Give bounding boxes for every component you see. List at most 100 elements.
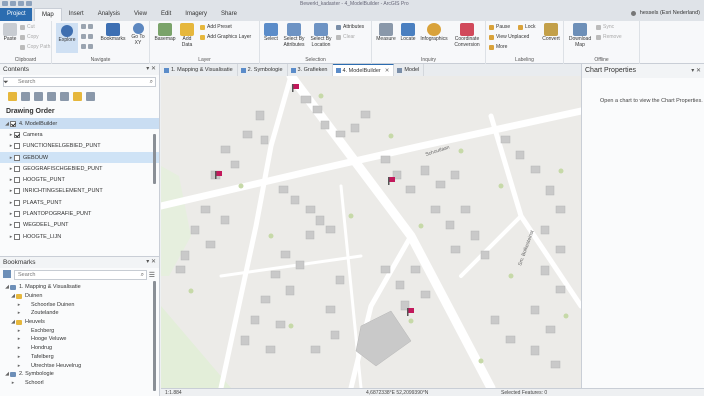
lock-button[interactable]: Lock (518, 24, 536, 30)
search-icon[interactable]: ⌕ (141, 271, 144, 280)
tab-analysis[interactable]: Analysis (91, 8, 127, 21)
list-by-drawing-order-icon[interactable] (8, 91, 17, 101)
layer-item[interactable]: ◢ 4. ModelBuilder (0, 118, 159, 130)
bookmark-item[interactable]: ▸ Utrechtse Heuvelrug (0, 361, 159, 370)
infographics-button[interactable]: Infographics (419, 23, 449, 43)
layer-item[interactable]: ▸ WEGDEEL_PUNT (0, 220, 159, 231)
contents-search-input[interactable]: ⏷ Search ⌕ (3, 77, 156, 87)
visibility-checkbox[interactable] (14, 222, 20, 229)
quick-access-toolbar[interactable] (2, 1, 32, 6)
clear-button[interactable]: Clear (336, 34, 355, 40)
visibility-checkbox[interactable] (14, 154, 20, 161)
sync-button[interactable]: Sync (596, 24, 614, 30)
search-icon[interactable]: ⌕ (150, 78, 153, 87)
tab-imagery[interactable]: Imagery (178, 8, 214, 21)
attributes-button[interactable]: Attributes (336, 24, 364, 30)
select-by-attributes-button[interactable]: Select By Attributes (281, 23, 307, 48)
visibility-checkbox[interactable] (14, 211, 20, 218)
locate-button[interactable]: Locate (399, 23, 417, 43)
bookmark-map[interactable]: ◢ 2. Symbologie (0, 370, 159, 379)
download-map-button[interactable]: Download Map (566, 23, 594, 48)
user-account[interactable]: hessels (Esri Nederland) (630, 10, 700, 16)
bookmark-item[interactable]: ▸ Hondrug (0, 344, 159, 353)
bookmarks-scrollbar[interactable] (153, 281, 156, 391)
cut-button[interactable]: Cut (20, 24, 35, 30)
convert-button[interactable]: Convert (540, 23, 562, 43)
tab-edit[interactable]: Edit (154, 8, 178, 21)
list-by-perspective-icon[interactable] (86, 91, 95, 101)
notification-icon[interactable] (630, 10, 636, 16)
layer-item[interactable]: ▸ HOOGTE_PUNT (0, 174, 159, 185)
visibility-checkbox[interactable] (14, 177, 20, 184)
zoom-controls[interactable] (81, 24, 93, 29)
list-by-source-icon[interactable] (21, 91, 30, 101)
pause-button[interactable]: Pause (489, 24, 510, 30)
close-icon[interactable]: ✕ (385, 65, 390, 77)
bookmark-manager-icon[interactable] (3, 270, 11, 278)
document-tab[interactable]: 1. Mapping & Visualisatie (161, 64, 238, 76)
add-data-button[interactable]: Add Data (178, 23, 196, 48)
select-button[interactable]: Select (262, 23, 280, 43)
layer-item[interactable]: ▸ PLANTOPOGRAFIE_PUNT (0, 208, 159, 219)
camera-icon[interactable] (388, 177, 395, 185)
copy-path-button[interactable]: Copy Path (20, 44, 50, 50)
tab-insert[interactable]: Insert (62, 8, 91, 21)
document-tab[interactable]: 2. Symbologie (238, 64, 288, 76)
nav-arrows[interactable] (81, 34, 93, 39)
go-to-xy-button[interactable]: Go To XY (129, 23, 147, 46)
measure-button[interactable]: Measure (374, 23, 398, 43)
save-icon[interactable] (10, 1, 16, 6)
bookmark-item[interactable]: ▸ Tafelberg (0, 353, 159, 362)
bookmark-item[interactable]: ▸ Schoorlse Duinen (0, 300, 159, 309)
open-icon[interactable] (2, 1, 8, 6)
document-tab[interactable]: 3. Grafieken (288, 64, 333, 76)
map-canvas[interactable]: Schoutlaan Sm. Bolkesteinst (161, 76, 581, 388)
tab-share[interactable]: Share (214, 8, 244, 21)
view-unplaced-button[interactable]: View Unplaced (489, 34, 529, 40)
layer-item[interactable]: ▸ Camera (0, 129, 159, 140)
bookmark-folder[interactable]: ◢ Heuvels (0, 318, 159, 327)
bookmark-item[interactable]: ▸ Zoutelande (0, 309, 159, 318)
more-button[interactable]: More (489, 44, 507, 50)
paste-button[interactable]: Paste (2, 23, 18, 43)
layer-item[interactable]: ▸ HOOGTE_LIJN (0, 231, 159, 242)
camera-icon[interactable] (407, 308, 414, 316)
user-name[interactable]: hessels (Esri Nederland) (640, 10, 700, 16)
filter-icon[interactable]: ⏷ (3, 78, 13, 87)
bookmark-map[interactable]: ◢ 1. Mapping & Visualisatie (0, 283, 159, 292)
layer-item[interactable]: ▸ GEBOUW (0, 151, 159, 164)
select-by-location-button[interactable]: Select By Location (308, 23, 334, 48)
copy-button[interactable]: Copy (20, 34, 39, 40)
map-scale[interactable]: 1:1.884 (165, 390, 182, 396)
bookmarks-search-input[interactable]: Search ⌕ (14, 270, 147, 280)
layer-item[interactable]: ▸ PLAATS_PUNT (0, 197, 159, 208)
menu-icon[interactable]: ☰ (149, 271, 155, 279)
bookmark-item[interactable]: ▸ Schoorl (0, 379, 159, 388)
visibility-checkbox[interactable] (14, 233, 20, 240)
bookmarks-button[interactable]: Bookmarks (100, 23, 126, 43)
document-tab[interactable]: Model (394, 64, 425, 76)
pane-controls[interactable]: ▾ ✕ (146, 64, 156, 75)
pane-controls[interactable]: ▾ ✕ (146, 257, 156, 268)
tab-map[interactable]: Map (34, 8, 62, 21)
bookmark-item[interactable]: ▸ Hooge Veluwe (0, 335, 159, 344)
explore-button[interactable]: Explore (56, 23, 78, 53)
bookmark-item[interactable]: ▸ Eschberg (0, 326, 159, 335)
visibility-checkbox[interactable] (10, 120, 16, 127)
list-by-editing-icon[interactable] (47, 91, 56, 101)
list-by-selection-icon[interactable] (34, 91, 43, 101)
list-by-labeling-icon[interactable] (73, 91, 82, 101)
tab-view[interactable]: View (127, 8, 154, 21)
list-by-snapping-icon[interactable] (60, 91, 69, 101)
visibility-checkbox[interactable] (14, 165, 20, 172)
bookmark-folder[interactable]: ◢ Duinen (0, 292, 159, 301)
visibility-checkbox[interactable] (14, 188, 20, 195)
visibility-checkbox[interactable] (14, 131, 20, 138)
coordinate-conversion-button[interactable]: Coordinate Conversion (451, 23, 483, 48)
basemap-button[interactable]: Basemap (153, 23, 177, 43)
contents-scrollbar[interactable] (153, 134, 156, 184)
add-preset-button[interactable]: Add Preset (200, 24, 232, 30)
add-graphics-layer-button[interactable]: Add Graphics Layer (200, 34, 251, 40)
full-extent[interactable] (81, 44, 93, 49)
visibility-checkbox[interactable] (14, 199, 20, 206)
